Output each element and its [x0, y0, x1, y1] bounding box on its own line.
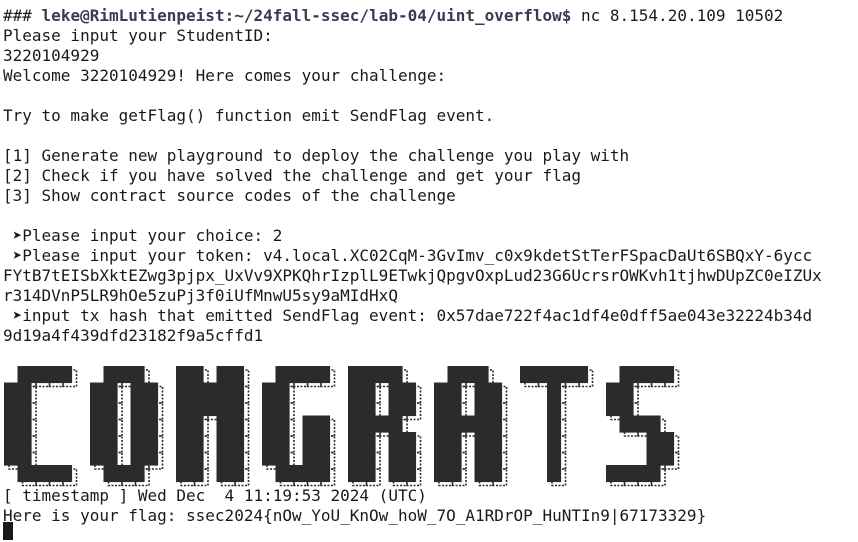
- terminal-window[interactable]: ### leke@RimLutienpeist:~/24fall-ssec/la…: [0, 0, 858, 542]
- banner-letter-o: [90, 366, 159, 483]
- banner-letter-r: [348, 366, 417, 483]
- banner-letter-n: [176, 366, 245, 483]
- congrats-ascii-banner: [0, 360, 700, 488]
- banner-letter-layer: [4, 366, 675, 483]
- prompt-command: nc 8.154.20.109 10502: [571, 6, 784, 25]
- banner-letter-t: [520, 366, 589, 483]
- output-line: Try to make getFlag() function emit Send…: [3, 106, 495, 125]
- tx-hash-input-line: ➤input tx hash that emitted SendFlag eve…: [3, 306, 813, 325]
- menu-option-1: [1] Generate new playground to deploy th…: [3, 146, 630, 165]
- output-line: Please input your StudentID:: [3, 26, 273, 45]
- output-line: 3220104929: [3, 46, 100, 65]
- prompt-marker: ###: [3, 6, 32, 25]
- banner-letter-c: [4, 366, 73, 483]
- banner-letter-g: [262, 366, 331, 483]
- token-input-line-cont: FYtB7tEISbXktEZwg3pjpx_UxVv9XPKQhrIzplL9…: [3, 266, 822, 285]
- congrats-banner-graphic: [4, 366, 680, 487]
- shell-prompt-line: ### leke@RimLutienpeist:~/24fall-ssec/la…: [3, 6, 783, 26]
- tx-hash-input-line-cont: 9d19a4f439dfd23182f9a5cffd1: [3, 326, 264, 345]
- prompt-user-host-path: leke@RimLutienpeist:~/24fall-ssec/lab-04…: [41, 6, 572, 25]
- menu-option-2: [2] Check if you have solved the challen…: [3, 166, 581, 185]
- flag-line: Here is your flag: ssec2024{nOw_YoU_KnOw…: [3, 506, 707, 525]
- choice-input-line: ➤Please input your choice: 2: [3, 226, 283, 245]
- banner-letter-s: [606, 366, 675, 483]
- terminal-cursor: [3, 522, 13, 540]
- timestamp-line: [ timestamp ] Wed Dec 4 11:19:53 2024 (U…: [3, 486, 427, 505]
- output-line: Welcome 3220104929! Here comes your chal…: [3, 66, 447, 85]
- menu-option-3: [3] Show contract source codes of the ch…: [3, 186, 456, 205]
- token-input-line: ➤Please input your token: v4.local.XC02C…: [3, 246, 813, 265]
- token-input-line-cont: r314DVnP5LR9hOe5zuPj3f0iUfMnwU5sy9aMIdHx…: [3, 286, 398, 305]
- banner-letter-a: [434, 366, 503, 483]
